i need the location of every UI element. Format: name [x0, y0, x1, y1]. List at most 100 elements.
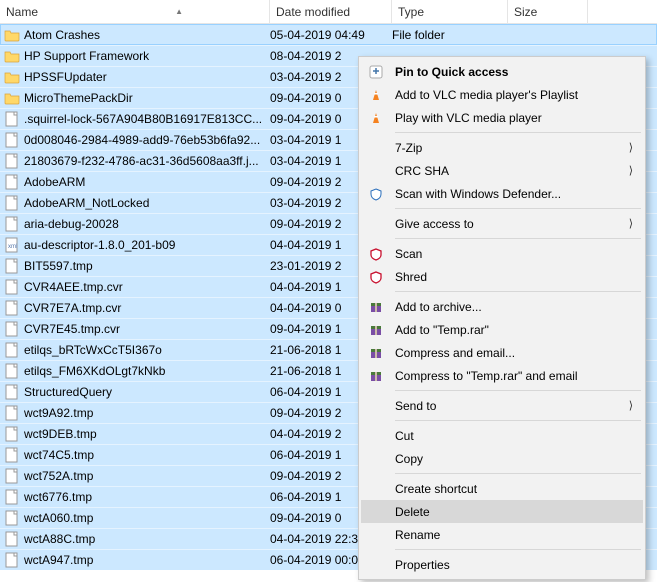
- file-name: CVR4AEE.tmp.cvr: [24, 280, 270, 294]
- column-header-name[interactable]: Name ▲: [0, 0, 270, 23]
- file-icon: [4, 426, 20, 442]
- menu-label: Play with VLC media player: [395, 111, 542, 125]
- file-name: etilqs_FM6XKdOLgt7kNkb: [24, 364, 270, 378]
- menu-label: Cut: [395, 429, 414, 443]
- column-header-label: Name: [6, 5, 38, 19]
- folder-icon: [4, 90, 20, 106]
- file-name: MicroThemePackDir: [24, 91, 270, 105]
- menu-label: Properties: [395, 558, 450, 572]
- column-header-date[interactable]: Date modified: [270, 0, 392, 23]
- menu-label: Give access to: [395, 217, 474, 231]
- file-name: wct752A.tmp: [24, 469, 270, 483]
- menu-label: Pin to Quick access: [395, 65, 508, 79]
- menu-label: Compress and email...: [395, 346, 515, 360]
- menu-separator: [395, 549, 641, 550]
- menu-mcafee-shred[interactable]: Shred: [361, 265, 643, 288]
- file-icon: [4, 132, 20, 148]
- menu-vlc-add-playlist[interactable]: Add to VLC media player's Playlist: [361, 83, 643, 106]
- menu-separator: [395, 473, 641, 474]
- mcafee-icon: [367, 268, 385, 286]
- file-name: HP Support Framework: [24, 49, 270, 63]
- mcafee-icon: [367, 245, 385, 263]
- vlc-icon: [367, 86, 385, 104]
- menu-add-to-archive[interactable]: Add to archive...: [361, 295, 643, 318]
- menu-compress-and-email[interactable]: Compress and email...: [361, 341, 643, 364]
- menu-7zip[interactable]: 7-Zip ⟩: [361, 136, 643, 159]
- file-name: wctA060.tmp: [24, 511, 270, 525]
- menu-label: Scan with Windows Defender...: [395, 187, 561, 201]
- file-icon: [4, 468, 20, 484]
- menu-separator: [395, 238, 641, 239]
- menu-copy[interactable]: Copy: [361, 447, 643, 470]
- file-icon: [4, 363, 20, 379]
- file-name: etilqs_bRTcWxCcT5I367o: [24, 343, 270, 357]
- file-icon: [4, 300, 20, 316]
- menu-vlc-play[interactable]: Play with VLC media player: [361, 106, 643, 129]
- menu-defender-scan[interactable]: Scan with Windows Defender...: [361, 182, 643, 205]
- file-name: aria-debug-20028: [24, 217, 270, 231]
- file-icon: [4, 384, 20, 400]
- submenu-arrow-icon: ⟩: [629, 399, 633, 412]
- file-name: AdobeARM_NotLocked: [24, 196, 270, 210]
- file-name: au-descriptor-1.8.0_201-b09: [24, 238, 270, 252]
- file-icon: xml: [4, 237, 20, 253]
- menu-label: Shred: [395, 270, 427, 284]
- winrar-icon: [367, 298, 385, 316]
- submenu-arrow-icon: ⟩: [629, 141, 633, 154]
- file-icon: [4, 447, 20, 463]
- file-type: File folder: [392, 28, 508, 42]
- menu-crc-sha[interactable]: CRC SHA ⟩: [361, 159, 643, 182]
- pin-icon: [367, 63, 385, 81]
- menu-label: Add to "Temp.rar": [395, 323, 489, 337]
- file-name: wct9A92.tmp: [24, 406, 270, 420]
- file-name: CVR7E7A.tmp.cvr: [24, 301, 270, 315]
- menu-label: Delete: [395, 505, 430, 519]
- column-header-size[interactable]: Size: [508, 0, 588, 23]
- file-name: AdobeARM: [24, 175, 270, 189]
- menu-separator: [395, 208, 641, 209]
- menu-add-to-temp-rar[interactable]: Add to "Temp.rar": [361, 318, 643, 341]
- menu-give-access-to[interactable]: Give access to ⟩: [361, 212, 643, 235]
- file-name: wct6776.tmp: [24, 490, 270, 504]
- menu-compress-temp-email[interactable]: Compress to "Temp.rar" and email: [361, 364, 643, 387]
- menu-separator: [395, 291, 641, 292]
- file-icon: [4, 531, 20, 547]
- file-name: 0d008046-2984-4989-add9-76eb53b6fa92...: [24, 133, 270, 147]
- column-header-label: Date modified: [276, 5, 350, 19]
- menu-mcafee-scan[interactable]: Scan: [361, 242, 643, 265]
- file-row[interactable]: Atom Crashes05-04-2019 04:49File folder: [0, 24, 657, 45]
- file-icon: [4, 195, 20, 211]
- column-header-label: Size: [514, 5, 537, 19]
- menu-send-to[interactable]: Send to ⟩: [361, 394, 643, 417]
- file-name: wctA947.tmp: [24, 553, 270, 567]
- svg-text:xml: xml: [8, 244, 17, 250]
- menu-label: Scan: [395, 247, 422, 261]
- file-icon: [4, 258, 20, 274]
- file-icon: [4, 174, 20, 190]
- file-name: HPSSFUpdater: [24, 70, 270, 84]
- menu-cut[interactable]: Cut: [361, 424, 643, 447]
- menu-delete[interactable]: Delete: [361, 500, 643, 523]
- menu-label: CRC SHA: [395, 164, 449, 178]
- file-name: wct74C5.tmp: [24, 448, 270, 462]
- file-date: 05-04-2019 04:49: [270, 28, 392, 42]
- sort-ascending-icon: ▲: [175, 7, 183, 16]
- file-name: BIT5597.tmp: [24, 259, 270, 273]
- menu-label: Create shortcut: [395, 482, 477, 496]
- file-name: wct9DEB.tmp: [24, 427, 270, 441]
- column-header-label: Type: [398, 5, 424, 19]
- winrar-icon: [367, 344, 385, 362]
- menu-separator: [395, 420, 641, 421]
- menu-pin-quick-access[interactable]: Pin to Quick access: [361, 60, 643, 83]
- menu-label: Compress to "Temp.rar" and email: [395, 369, 578, 383]
- column-header-type[interactable]: Type: [392, 0, 508, 23]
- menu-rename[interactable]: Rename: [361, 523, 643, 546]
- submenu-arrow-icon: ⟩: [629, 164, 633, 177]
- shield-icon: [367, 185, 385, 203]
- file-name: .squirrel-lock-567A904B80B16917E813CC...: [24, 112, 270, 126]
- menu-separator: [395, 132, 641, 133]
- folder-icon: [4, 27, 20, 43]
- menu-label: Copy: [395, 452, 423, 466]
- menu-properties[interactable]: Properties: [361, 553, 643, 576]
- menu-create-shortcut[interactable]: Create shortcut: [361, 477, 643, 500]
